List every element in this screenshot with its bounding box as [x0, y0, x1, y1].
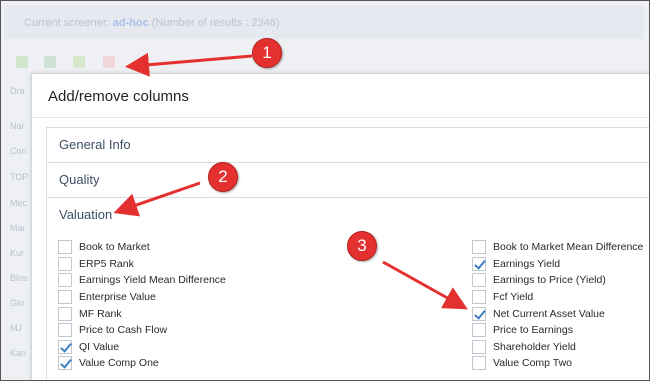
callout-badge-2: 2 — [208, 162, 238, 192]
arrow-2 — [113, 181, 201, 217]
callout-badge-1: 1 — [252, 38, 282, 68]
callout-badge-3: 3 — [347, 231, 377, 261]
arrow-1 — [125, 52, 253, 77]
arrow-3 — [382, 260, 468, 310]
callout-arrows — [113, 52, 468, 310]
